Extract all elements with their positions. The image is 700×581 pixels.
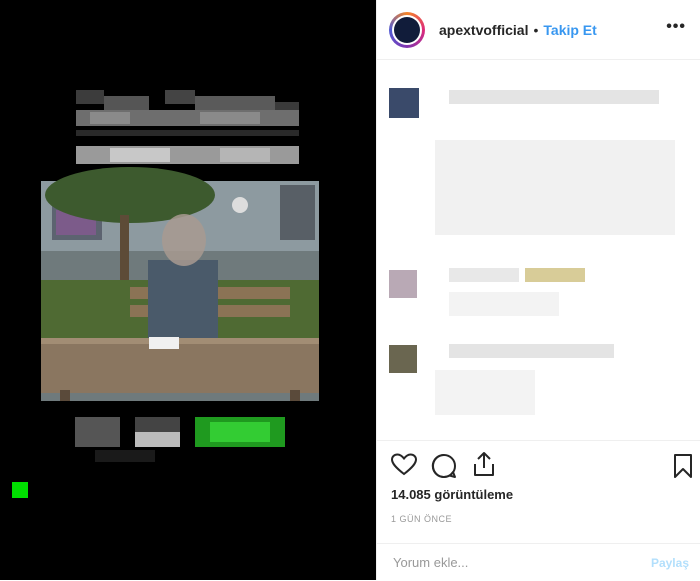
comment-icon[interactable] [431, 453, 457, 484]
separator-dot: • [533, 21, 539, 38]
post-media[interactable] [0, 0, 376, 580]
avatar[interactable] [389, 11, 425, 48]
comments-list[interactable] [377, 60, 700, 440]
follow-button[interactable]: Takip Et [543, 22, 596, 38]
comment-input[interactable] [391, 554, 615, 571]
comment-avatar [389, 270, 417, 298]
video-frame [12, 90, 319, 498]
post-header: apextvofficial • Takip Et ••• [377, 0, 700, 60]
view-count: 14.085 görüntüleme [391, 487, 514, 502]
comment-text-blur [449, 344, 614, 358]
comment-text-blur [449, 292, 559, 316]
username[interactable]: apextvofficial [439, 22, 528, 38]
post-timestamp: 1 GÜN ÖNCE [391, 514, 453, 524]
comment-bar: Paylaş [377, 543, 700, 581]
comment-text-blur [435, 140, 675, 235]
recording-indicator [12, 482, 28, 498]
more-options-icon[interactable]: ••• [666, 18, 686, 36]
post-actions: 14.085 görüntüleme 1 GÜN ÖNCE Paylaş [377, 440, 700, 581]
comment-avatar [389, 88, 419, 118]
comment-text-blur [525, 268, 585, 282]
video-scene [41, 167, 319, 401]
post-panel: apextvofficial • Takip Et ••• 14.085 gör… [376, 0, 700, 580]
share-comment-button[interactable]: Paylaş [651, 556, 689, 570]
pixelated-caption-bottom [75, 417, 285, 462]
heart-icon[interactable] [390, 453, 418, 482]
comment-avatar [389, 345, 417, 373]
comment-text-blur [435, 370, 535, 415]
comment-text-blur [449, 268, 519, 282]
share-icon[interactable] [472, 451, 496, 482]
pixelated-caption-top [76, 90, 299, 164]
comment-text-blur [449, 90, 659, 104]
bookmark-icon[interactable] [673, 453, 693, 484]
